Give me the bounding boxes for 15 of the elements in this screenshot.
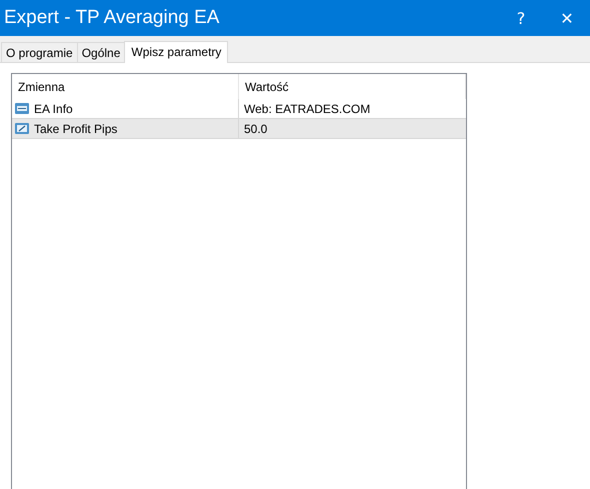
close-button[interactable]: ✕ xyxy=(544,0,590,36)
tab[interactable]: Ogólne xyxy=(76,42,126,62)
table-cell: Take Profit Pips xyxy=(34,122,118,136)
parameter-icon xyxy=(14,121,30,136)
column-header[interactable]: Zmienna xyxy=(12,74,239,99)
table-row[interactable]: Take Profit Pips 50.0 xyxy=(12,119,466,139)
table-cell: 50.0 xyxy=(244,122,268,136)
table-cell: Web: EATRADES.COM xyxy=(244,102,370,116)
tab[interactable]: O programie xyxy=(1,42,78,62)
column-header[interactable]: Wartość xyxy=(239,74,466,99)
tab[interactable]: Wpisz parametry xyxy=(124,41,228,63)
help-button[interactable]: ? xyxy=(498,0,544,36)
window-title: Expert - TP Averaging EA xyxy=(3,7,220,29)
parameter-icon xyxy=(14,101,30,116)
table-cell: EA Info xyxy=(34,102,73,116)
